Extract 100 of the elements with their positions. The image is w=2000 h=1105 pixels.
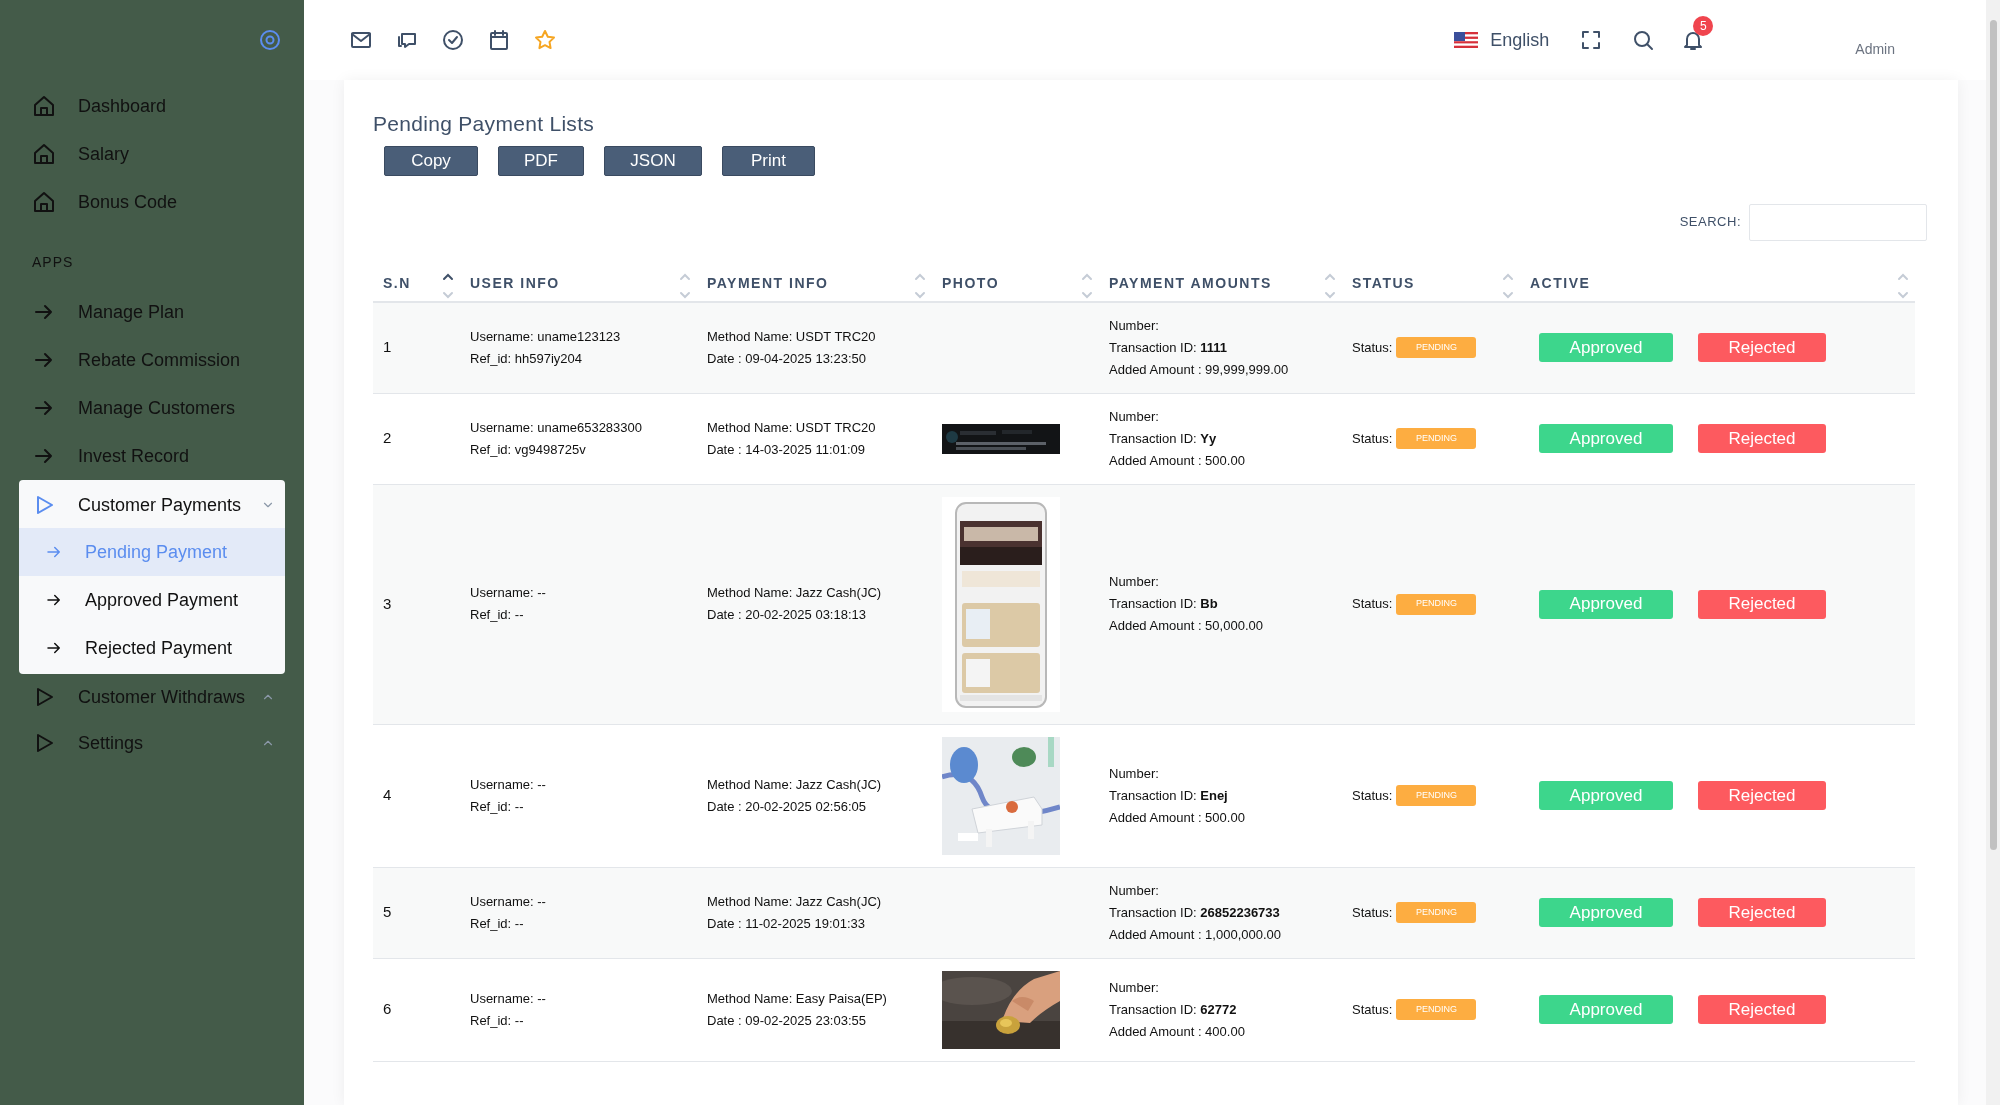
row-number: 2 — [383, 429, 392, 447]
check-circle-icon — [441, 28, 465, 52]
ref-id-text: Ref_id: -- — [470, 1011, 525, 1030]
menu-group[interactable]: Settings — [0, 720, 304, 766]
date-text: Date : 11-02-2025 19:01:33 — [707, 914, 867, 933]
username-text: Username: -- — [470, 989, 547, 1008]
date-text: Date : 20-02-2025 03:18:13 — [707, 606, 867, 624]
ref-id-text: Ref_id: -- — [470, 606, 525, 624]
column-header[interactable]: USER INFO — [470, 270, 560, 299]
column-header[interactable]: S.N — [383, 270, 411, 299]
language-selector[interactable]: English — [1490, 26, 1550, 54]
column-header[interactable]: PAYMENT INFO — [707, 270, 829, 299]
menu-item[interactable]: Manage Plan — [0, 288, 304, 336]
row-number: 1 — [383, 338, 392, 356]
status-label: Status: — [1352, 1000, 1393, 1019]
method-text: Method Name: Jazz Cash(JC) — [707, 775, 883, 794]
status-label: Status: — [1352, 338, 1393, 357]
search-field[interactable] — [1749, 203, 1927, 241]
ref-id-text: Ref_id: hh597iy204 — [470, 349, 584, 368]
row-number: 5 — [383, 903, 392, 921]
row-number: 3 — [383, 594, 392, 612]
method-text: Method Name: Easy Paisa(EP) — [707, 989, 888, 1008]
number-text: Number: — [1109, 316, 1160, 335]
status-label: Status: — [1352, 786, 1393, 805]
ref-id-text: Ref_id: -- — [470, 797, 525, 816]
row-number: 4 — [383, 786, 392, 804]
home-icon — [32, 94, 56, 118]
star-icon — [533, 28, 557, 52]
column-header[interactable]: PAYMENT AMOUNTS — [1109, 270, 1272, 299]
menu-item[interactable]: Rebate Commission — [0, 336, 304, 384]
approve-button[interactable]: Approved — [1539, 589, 1673, 619]
status-badge: PENDING — [1396, 337, 1477, 358]
number-text: Number: — [1109, 978, 1160, 997]
transaction-id-text: Transaction ID: 1111 — [1109, 338, 1229, 357]
approve-button[interactable]: Approved — [1539, 333, 1673, 362]
approve-button[interactable]: Approved — [1539, 781, 1673, 810]
status-label: Status: — [1352, 429, 1393, 448]
ref-id-text: Ref_id: vg9498725v — [470, 440, 587, 459]
approve-button[interactable]: Approved — [1539, 424, 1673, 453]
method-text: Method Name: USDT TRC20 — [707, 327, 877, 346]
calendar-icon — [487, 28, 511, 52]
approve-button[interactable]: Approved — [1539, 995, 1673, 1024]
date-text: Date : 20-02-2025 02:56:05 — [707, 797, 867, 816]
method-text: Method Name: USDT TRC20 — [707, 418, 877, 437]
date-text: Date : 09-02-2025 23:03:55 — [707, 1011, 867, 1030]
export-button[interactable]: PDF — [498, 145, 584, 176]
search-label: SEARCH: — [1679, 213, 1741, 232]
target-icon — [258, 28, 282, 52]
export-button[interactable]: JSON — [604, 145, 702, 176]
status-badge: PENDING — [1396, 902, 1477, 923]
menu-item[interactable]: Dashboard — [0, 82, 304, 130]
reject-button[interactable]: Rejected — [1698, 995, 1826, 1024]
status-badge: PENDING — [1396, 785, 1477, 806]
amount-text: Added Amount : 500.00 — [1109, 808, 1246, 827]
approve-button[interactable]: Approved — [1539, 898, 1673, 927]
column-header[interactable]: PHOTO — [942, 270, 1000, 299]
column-header[interactable]: ACTIVE — [1530, 270, 1591, 299]
number-text: Number: — [1109, 881, 1160, 900]
reject-button[interactable]: Rejected — [1698, 898, 1826, 927]
date-text: Date : 09-04-2025 13:23:50 — [707, 349, 867, 368]
row-number: 6 — [383, 1000, 392, 1018]
status-label: Status: — [1352, 903, 1393, 922]
amount-text: Added Amount : 99,999,999.00 — [1109, 360, 1290, 379]
number-text: Number: — [1109, 573, 1160, 591]
menu-group[interactable]: Customer Payments — [19, 482, 285, 528]
column-header[interactable]: STATUS — [1352, 270, 1415, 299]
transaction-id-text: Transaction ID: 62772 — [1109, 1000, 1238, 1019]
home-icon — [32, 142, 56, 166]
status-badge: PENDING — [1396, 428, 1477, 449]
menu-item[interactable]: Invest Record — [0, 432, 304, 480]
number-text: Number: — [1109, 407, 1160, 426]
user-name: Admin — [1855, 39, 1895, 59]
transaction-id-text: Transaction ID: Enej — [1109, 786, 1229, 805]
amount-text: Added Amount : 500.00 — [1109, 451, 1246, 470]
reject-button[interactable]: Rejected — [1698, 424, 1826, 453]
method-text: Method Name: Jazz Cash(JC) — [707, 584, 883, 602]
username-text: Username: uname123123 — [470, 327, 622, 346]
reject-button[interactable]: Rejected — [1698, 589, 1826, 619]
submenu-item[interactable]: Rejected Payment — [19, 624, 285, 672]
export-button[interactable]: Print — [722, 145, 815, 176]
menu-item[interactable]: Bonus Code — [0, 178, 304, 226]
number-text: Number: — [1109, 764, 1160, 783]
amount-text: Added Amount : 400.00 — [1109, 1022, 1246, 1041]
amount-text: Added Amount : 50,000.00 — [1109, 617, 1264, 635]
notification-badge: 5 — [1693, 16, 1714, 36]
submenu-item[interactable]: Approved Payment — [19, 576, 285, 624]
reject-button[interactable]: Rejected — [1698, 781, 1826, 810]
section-heading: APPS — [31, 253, 75, 272]
status-label: Status: — [1352, 595, 1393, 614]
ref-id-text: Ref_id: -- — [470, 914, 525, 933]
export-button[interactable]: Copy — [384, 145, 478, 176]
menu-item[interactable]: Salary — [0, 130, 304, 178]
status-badge: PENDING — [1396, 999, 1477, 1020]
username-text: Username: -- — [470, 584, 547, 602]
date-text: Date : 14-03-2025 11:01:09 — [707, 440, 867, 459]
menu-group[interactable]: Customer Withdraws — [0, 674, 304, 720]
method-text: Method Name: Jazz Cash(JC) — [707, 892, 883, 911]
menu-item[interactable]: Manage Customers — [0, 384, 304, 432]
submenu-item[interactable]: Pending Payment — [19, 528, 285, 576]
reject-button[interactable]: Rejected — [1698, 333, 1826, 362]
